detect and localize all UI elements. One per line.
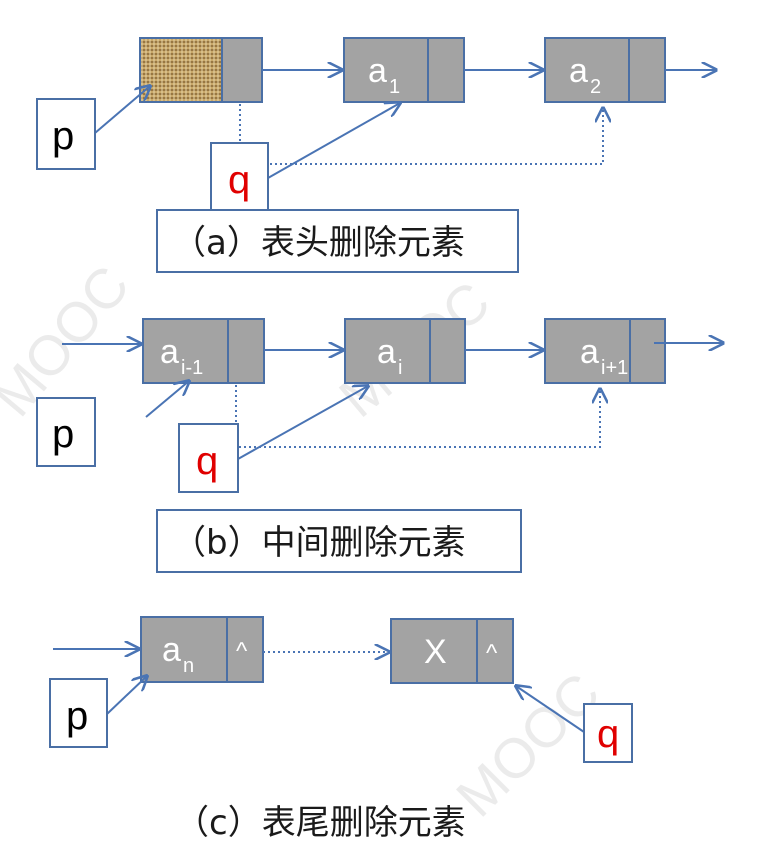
arrow-p-to-head (94, 86, 150, 134)
head-node-body (139, 37, 223, 103)
node-a1-pointer (427, 37, 465, 103)
node-a2-subscript: 2 (590, 76, 601, 98)
diagram-b: a i-1 a i a i+1 p q （b）中间删除元素 (36, 318, 723, 573)
node-an-subscript: n (183, 655, 194, 677)
node-ai-label: a (377, 333, 396, 371)
node-ai-pointer (429, 318, 466, 384)
node-a1-subscript: 1 (389, 76, 400, 98)
node-ai-1-pointer (227, 318, 265, 384)
arrow-q-to-a1 (267, 103, 400, 179)
node-ai+1-pointer (629, 318, 666, 384)
caption-b: （b）中间删除元素 (172, 523, 466, 563)
pointer-p-label: p (52, 114, 74, 158)
node-x-null-pointer: ^ (486, 640, 498, 667)
node-an-label: a (162, 631, 181, 669)
node-a1-label: a (368, 52, 387, 90)
node-ai+1-subscript: i+1 (601, 357, 628, 379)
pointer-q-label: q (228, 158, 250, 202)
pointer-p-label: p (52, 412, 74, 456)
arrow-q-to-ai (237, 386, 368, 460)
node-an-null-pointer: ^ (236, 638, 248, 665)
node-a2-pointer (628, 37, 666, 103)
caption-a: （a）表头删除元素 (172, 223, 465, 263)
diagram-a: a 1 a 2 p q （a）表头删除元素 (36, 37, 716, 273)
arrow-p-to-an (106, 676, 147, 715)
linked-list-deletion-diagram: MOOC MOOC MOOC a 1 a 2 p q （a）表头删除元素 (0, 37, 764, 843)
arrow-p-to-ai-1 (145, 381, 189, 418)
node-ai+1-label: a (580, 333, 599, 371)
node-x-label: X (424, 633, 447, 671)
pointer-q-label: q (597, 712, 619, 756)
node-ai-subscript: i (398, 357, 402, 379)
pointer-q-label: q (196, 439, 218, 483)
caption-c: （c）表尾删除元素 (175, 803, 466, 843)
node-ai-1-label: a (160, 333, 179, 371)
head-node-pointer (221, 37, 263, 103)
node-ai-1-subscript: i-1 (181, 357, 203, 379)
dotted-new-link (239, 104, 603, 165)
dotted-bypass-link (235, 385, 600, 448)
node-a2-label: a (569, 52, 588, 90)
pointer-p-label: p (66, 694, 88, 738)
